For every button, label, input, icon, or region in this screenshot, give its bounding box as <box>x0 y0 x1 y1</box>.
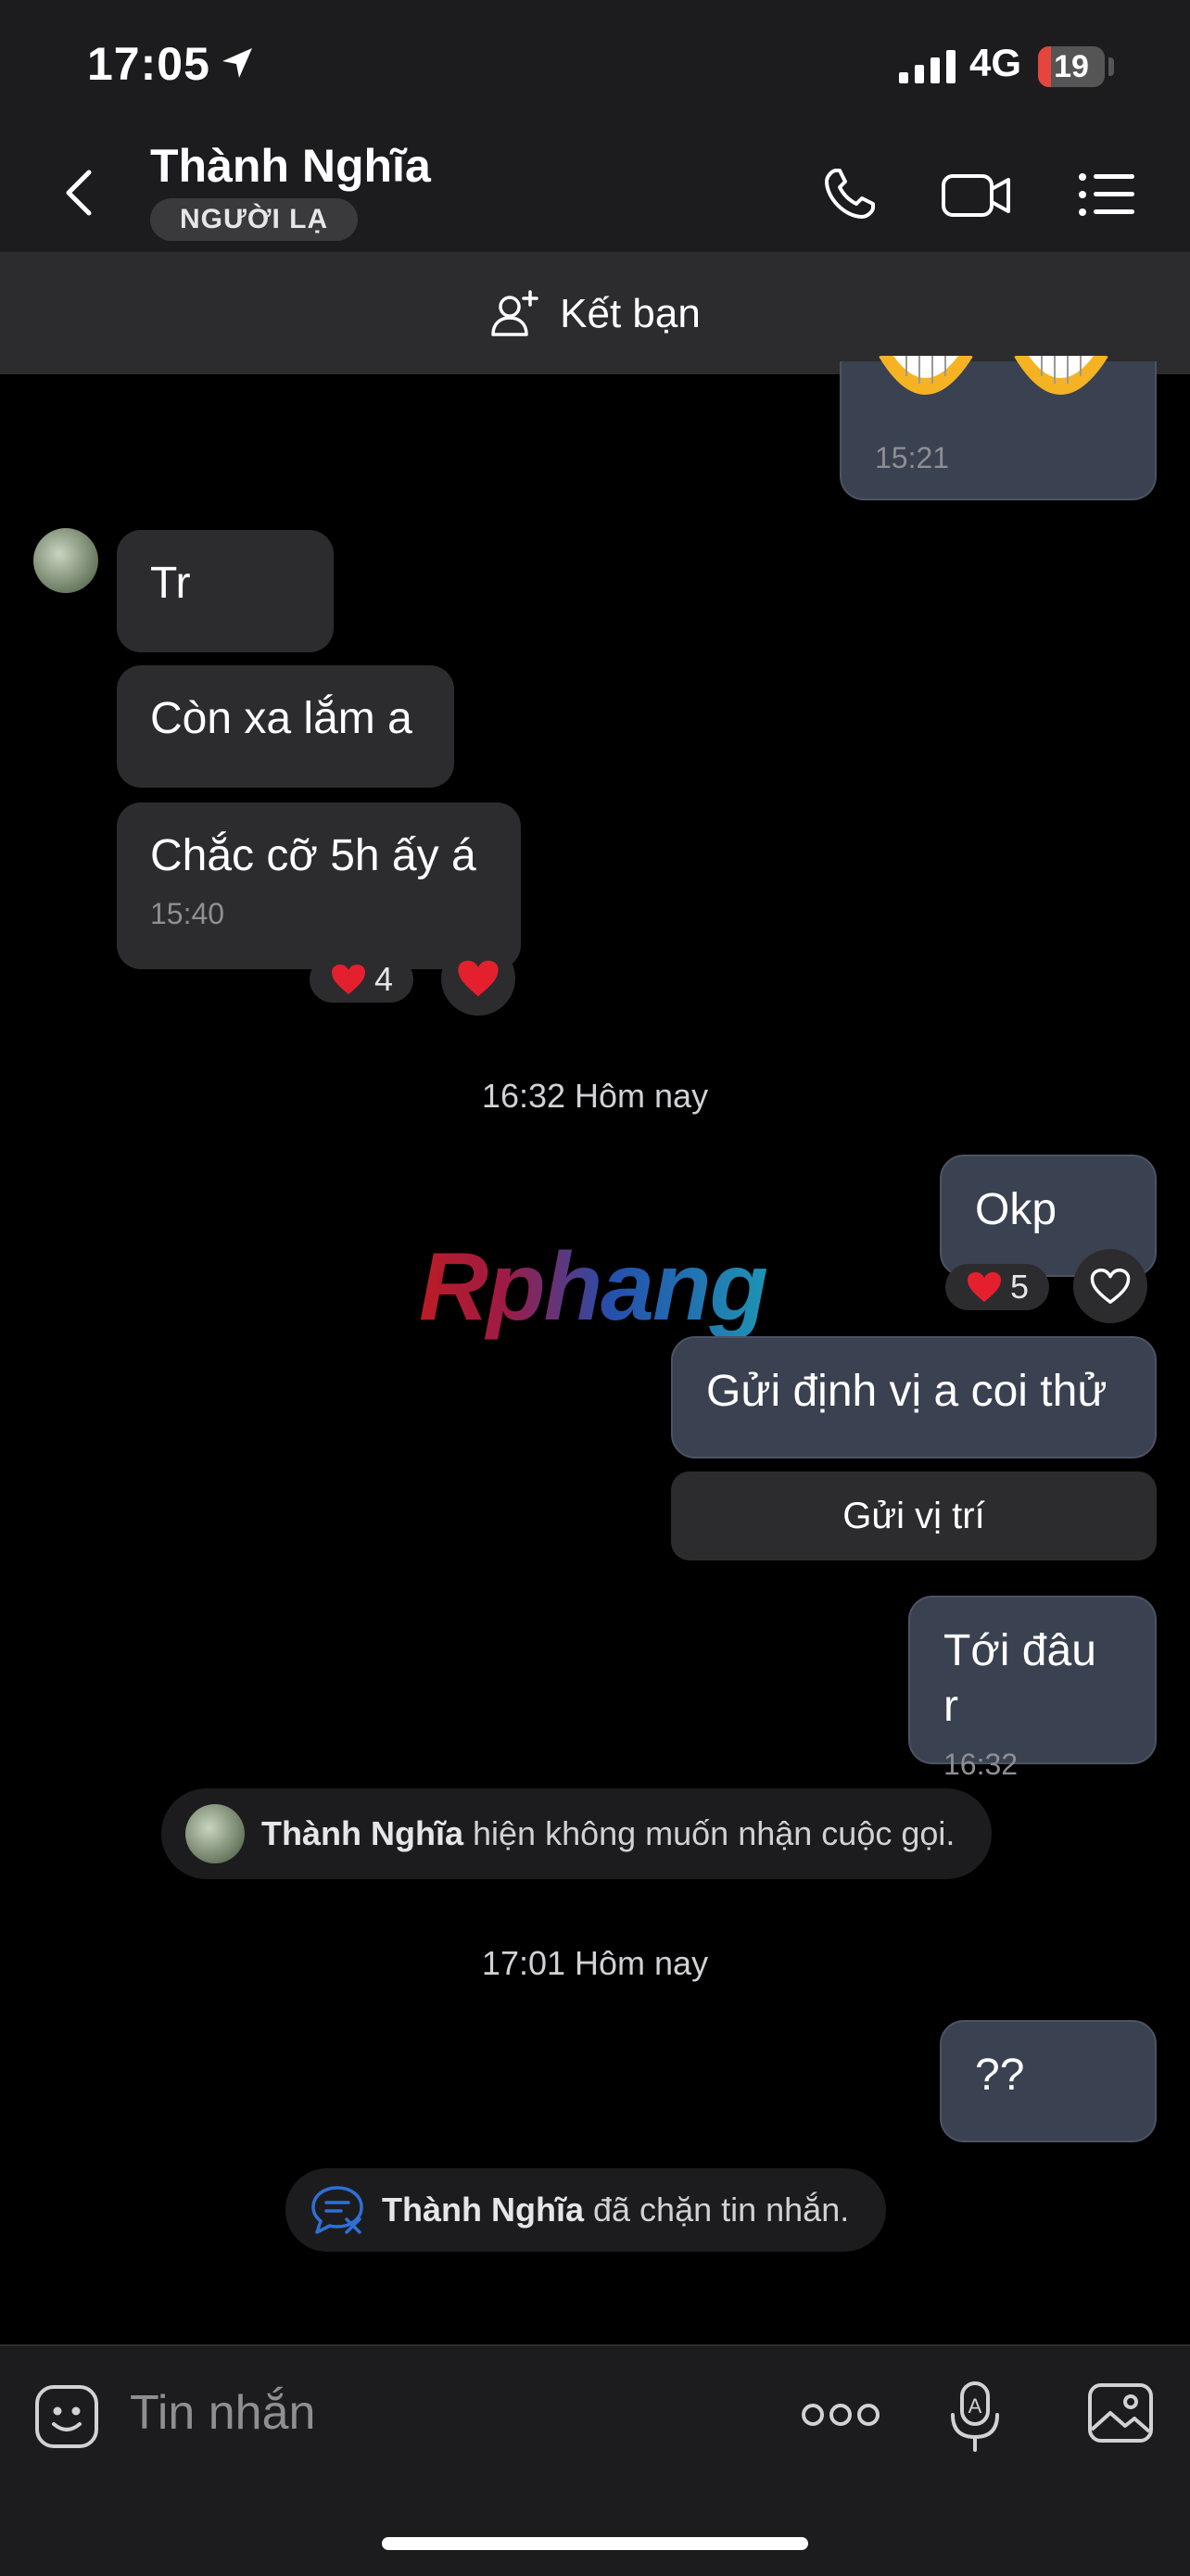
heart-icon <box>331 965 365 994</box>
message-text: Gửi định vị a coi thử <box>706 1367 1108 1416</box>
add-friend-icon <box>491 290 538 336</box>
outgoing-message[interactable]: ?? <box>940 2020 1157 2142</box>
network-type: 4G <box>969 41 1022 84</box>
list-menu-icon[interactable] <box>1070 158 1144 232</box>
outgoing-message[interactable]: Tới đâu r 16:32 <box>908 1596 1157 1781</box>
voice-to-text-mic-icon[interactable]: A <box>945 2378 1005 2460</box>
photo-gallery-icon[interactable] <box>1084 2380 1157 2451</box>
add-friend-label: Kết bạn <box>560 291 701 336</box>
grinning-sticker-icon <box>879 356 1108 395</box>
heart-icon <box>967 1272 1001 1302</box>
sticker-message-bubble[interactable]: 15:21 <box>840 356 1157 500</box>
svg-text:A: A <box>968 2394 982 2418</box>
cellular-signal-icon <box>899 48 958 90</box>
battery-icon: 19 <box>1038 46 1105 87</box>
message-text: Tới đâu r <box>943 1626 1096 1731</box>
message-time: 15:21 <box>875 441 950 474</box>
send-location-label: Gửi vị trí <box>842 1495 985 1536</box>
avatar[interactable] <box>33 528 98 593</box>
avatar <box>185 1804 245 1863</box>
location-arrow-icon <box>219 44 256 86</box>
message-text: Okp <box>975 1185 1057 1234</box>
video-camera-icon[interactable] <box>940 158 1014 232</box>
battery-level: 19 <box>1054 49 1089 84</box>
incoming-message[interactable]: Chắc cỡ 5h ấy á 15:40 <box>117 802 521 969</box>
system-notice-blocked: Thành Nghĩa đã chặn tin nhắn. <box>285 2168 887 2252</box>
battery-nub <box>1108 57 1114 76</box>
home-indicator <box>382 2537 808 2550</box>
message-text: Tr <box>150 559 191 608</box>
reaction-count: 5 <box>1009 1268 1030 1306</box>
status-time: 17:05 <box>87 38 210 90</box>
heart-outline-icon <box>1090 1269 1131 1304</box>
reaction-count-badge[interactable]: 4 <box>310 956 413 1003</box>
notice-text: hiện không muốn nhận cuộc gọi. <box>463 1814 956 1852</box>
message-input[interactable]: Tin nhắn <box>130 2385 315 2441</box>
notice-text: đã chặn tin nhắn. <box>584 2191 850 2229</box>
date-separator: 17:01 Hôm nay <box>481 1944 709 1982</box>
watermark-logo: Rphang <box>419 1233 768 1341</box>
message-time: 16:32 <box>943 1748 1019 1781</box>
message-blocked-icon <box>311 2186 363 2234</box>
reaction-count-badge[interactable]: 5 <box>945 1264 1049 1310</box>
send-location-button[interactable]: Gửi vị trí <box>671 1471 1157 1560</box>
notice-contact-name: Thành Nghĩa <box>382 2191 584 2229</box>
back-chevron-icon[interactable] <box>57 165 104 225</box>
heart-icon <box>458 960 499 997</box>
system-notice-call: Thành Nghĩa hiện không muốn nhận cuộc gọ… <box>161 1788 993 1879</box>
more-dots-icon[interactable] <box>801 2400 880 2434</box>
message-time: 15:40 <box>150 897 225 930</box>
message-text: ?? <box>975 2051 1025 2100</box>
date-separator: 16:32 Hôm nay <box>481 1077 709 1115</box>
stranger-badge: NGƯỜI LẠ <box>150 198 359 241</box>
outgoing-message[interactable]: Gửi định vị a coi thử <box>671 1336 1157 1458</box>
message-text: Còn xa lắm a <box>150 694 412 743</box>
react-button[interactable] <box>441 941 515 1016</box>
phone-icon[interactable] <box>812 158 886 232</box>
emoji-sticker-icon[interactable] <box>32 2381 102 2456</box>
message-text: Chắc cỡ 5h ấy á <box>150 831 476 880</box>
incoming-message[interactable]: Còn xa lắm a <box>117 665 454 788</box>
notice-contact-name: Thành Nghĩa <box>261 1814 463 1852</box>
incoming-message[interactable]: Tr <box>117 530 334 652</box>
react-button[interactable] <box>1073 1249 1147 1323</box>
reaction-count: 4 <box>373 960 394 998</box>
contact-name[interactable]: Thành Nghĩa <box>150 139 431 193</box>
